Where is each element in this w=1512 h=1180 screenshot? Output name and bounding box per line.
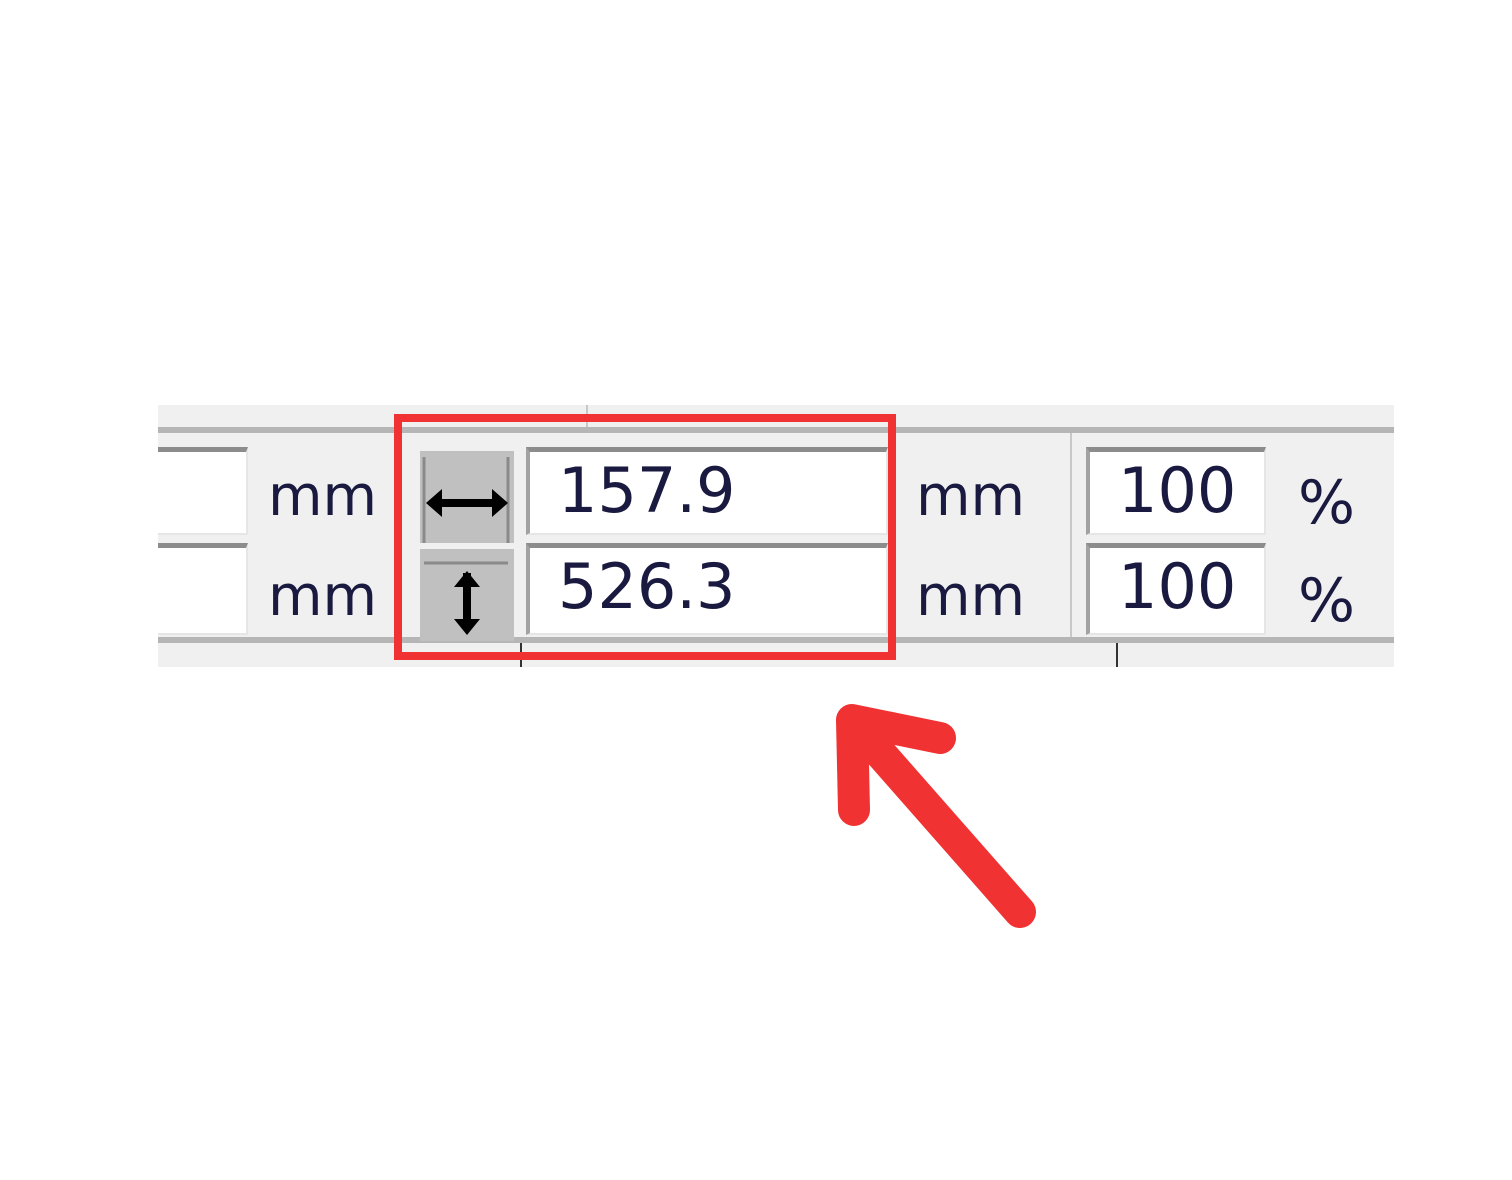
position-y-unit: mm [268,564,378,629]
position-y-field[interactable] [158,543,248,635]
width-scale-field[interactable]: 100 [1086,447,1266,535]
width-unit: mm [916,464,1026,529]
width-scale-unit: % [1298,468,1356,538]
position-x-unit: mm [268,464,378,529]
highlight-box [394,414,896,660]
pointer-arrow-icon [836,704,1036,928]
height-unit: mm [916,564,1026,629]
height-scale-unit: % [1298,566,1356,636]
row-divider [1116,643,1118,667]
column-divider [1070,433,1072,637]
height-scale-field[interactable]: 100 [1086,543,1266,635]
position-x-field[interactable] [158,447,248,535]
